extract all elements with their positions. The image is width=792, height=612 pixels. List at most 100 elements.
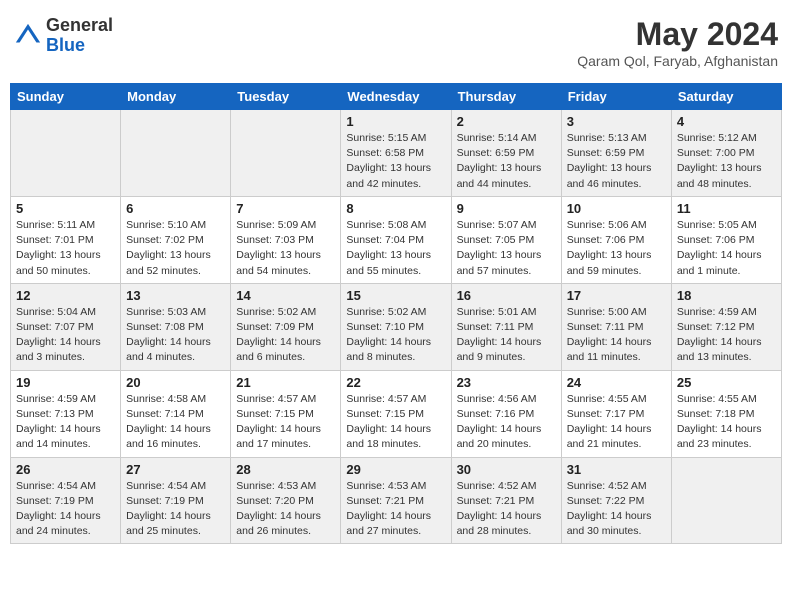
day-number: 22 bbox=[346, 375, 445, 390]
calendar-day-cell: 9 Sunrise: 5:07 AM Sunset: 7:05 PM Dayli… bbox=[451, 196, 561, 283]
sunrise-label: Sunrise: 4:54 AM bbox=[126, 480, 206, 492]
sunrise-label: Sunrise: 5:02 AM bbox=[236, 306, 316, 318]
sunrise-label: Sunrise: 4:55 AM bbox=[567, 393, 647, 405]
sunrise-label: Sunrise: 5:15 AM bbox=[346, 132, 426, 144]
sunset-label: Sunset: 7:21 PM bbox=[346, 495, 424, 507]
calendar-day-cell: 15 Sunrise: 5:02 AM Sunset: 7:10 PM Dayl… bbox=[341, 283, 451, 370]
calendar-week-row: 26 Sunrise: 4:54 AM Sunset: 7:19 PM Dayl… bbox=[11, 457, 782, 544]
sunrise-label: Sunrise: 4:57 AM bbox=[346, 393, 426, 405]
day-info: Sunrise: 4:52 AM Sunset: 7:22 PM Dayligh… bbox=[567, 479, 666, 540]
day-number: 16 bbox=[457, 288, 556, 303]
sunset-label: Sunset: 7:05 PM bbox=[457, 234, 535, 246]
weekday-header-saturday: Saturday bbox=[671, 84, 781, 110]
sunset-label: Sunset: 7:11 PM bbox=[457, 321, 534, 333]
weekday-header-wednesday: Wednesday bbox=[341, 84, 451, 110]
weekday-header-row: SundayMondayTuesdayWednesdayThursdayFrid… bbox=[11, 84, 782, 110]
day-info: Sunrise: 4:53 AM Sunset: 7:21 PM Dayligh… bbox=[346, 479, 445, 540]
daylight-label: Daylight: 14 hours and 23 minutes. bbox=[677, 423, 762, 450]
daylight-label: Daylight: 14 hours and 21 minutes. bbox=[567, 423, 652, 450]
weekday-header-tuesday: Tuesday bbox=[231, 84, 341, 110]
calendar-day-cell: 21 Sunrise: 4:57 AM Sunset: 7:15 PM Dayl… bbox=[231, 370, 341, 457]
day-number: 23 bbox=[457, 375, 556, 390]
calendar-day-cell: 10 Sunrise: 5:06 AM Sunset: 7:06 PM Dayl… bbox=[561, 196, 671, 283]
sunset-label: Sunset: 7:06 PM bbox=[567, 234, 645, 246]
title-block: May 2024 Qaram Qol, Faryab, Afghanistan bbox=[577, 16, 778, 69]
sunset-label: Sunset: 7:03 PM bbox=[236, 234, 314, 246]
calendar-day-cell: 7 Sunrise: 5:09 AM Sunset: 7:03 PM Dayli… bbox=[231, 196, 341, 283]
sunset-label: Sunset: 7:20 PM bbox=[236, 495, 314, 507]
sunset-label: Sunset: 7:15 PM bbox=[346, 408, 424, 420]
logo-blue: Blue bbox=[46, 35, 85, 55]
sunset-label: Sunset: 7:22 PM bbox=[567, 495, 645, 507]
sunrise-label: Sunrise: 4:59 AM bbox=[677, 306, 757, 318]
daylight-label: Daylight: 13 hours and 46 minutes. bbox=[567, 162, 652, 189]
calendar-day-cell: 8 Sunrise: 5:08 AM Sunset: 7:04 PM Dayli… bbox=[341, 196, 451, 283]
day-number: 19 bbox=[16, 375, 115, 390]
calendar-day-cell: 1 Sunrise: 5:15 AM Sunset: 6:58 PM Dayli… bbox=[341, 110, 451, 197]
daylight-label: Daylight: 14 hours and 6 minutes. bbox=[236, 336, 321, 363]
sunrise-label: Sunrise: 5:08 AM bbox=[346, 219, 426, 231]
sunset-label: Sunset: 7:10 PM bbox=[346, 321, 424, 333]
day-number: 21 bbox=[236, 375, 335, 390]
day-info: Sunrise: 4:55 AM Sunset: 7:18 PM Dayligh… bbox=[677, 392, 776, 453]
daylight-label: Daylight: 13 hours and 42 minutes. bbox=[346, 162, 431, 189]
daylight-label: Daylight: 14 hours and 24 minutes. bbox=[16, 510, 101, 537]
day-info: Sunrise: 5:04 AM Sunset: 7:07 PM Dayligh… bbox=[16, 305, 115, 366]
sunrise-label: Sunrise: 4:53 AM bbox=[236, 480, 316, 492]
daylight-label: Daylight: 14 hours and 9 minutes. bbox=[457, 336, 542, 363]
day-info: Sunrise: 5:03 AM Sunset: 7:08 PM Dayligh… bbox=[126, 305, 225, 366]
daylight-label: Daylight: 14 hours and 25 minutes. bbox=[126, 510, 211, 537]
day-info: Sunrise: 4:57 AM Sunset: 7:15 PM Dayligh… bbox=[346, 392, 445, 453]
sunrise-label: Sunrise: 4:57 AM bbox=[236, 393, 316, 405]
daylight-label: Daylight: 14 hours and 4 minutes. bbox=[126, 336, 211, 363]
day-number: 12 bbox=[16, 288, 115, 303]
sunset-label: Sunset: 7:18 PM bbox=[677, 408, 755, 420]
sunset-label: Sunset: 7:01 PM bbox=[16, 234, 94, 246]
calendar-day-cell: 16 Sunrise: 5:01 AM Sunset: 7:11 PM Dayl… bbox=[451, 283, 561, 370]
day-number: 8 bbox=[346, 201, 445, 216]
weekday-header-monday: Monday bbox=[121, 84, 231, 110]
day-number: 5 bbox=[16, 201, 115, 216]
sunrise-label: Sunrise: 5:11 AM bbox=[16, 219, 95, 231]
day-info: Sunrise: 4:55 AM Sunset: 7:17 PM Dayligh… bbox=[567, 392, 666, 453]
daylight-label: Daylight: 14 hours and 26 minutes. bbox=[236, 510, 321, 537]
sunset-label: Sunset: 7:12 PM bbox=[677, 321, 755, 333]
day-number: 1 bbox=[346, 114, 445, 129]
daylight-label: Daylight: 14 hours and 11 minutes. bbox=[567, 336, 652, 363]
day-info: Sunrise: 5:11 AM Sunset: 7:01 PM Dayligh… bbox=[16, 218, 115, 279]
daylight-label: Daylight: 14 hours and 27 minutes. bbox=[346, 510, 431, 537]
sunrise-label: Sunrise: 4:56 AM bbox=[457, 393, 537, 405]
calendar-day-cell: 3 Sunrise: 5:13 AM Sunset: 6:59 PM Dayli… bbox=[561, 110, 671, 197]
sunrise-label: Sunrise: 5:03 AM bbox=[126, 306, 206, 318]
day-number: 11 bbox=[677, 201, 776, 216]
calendar-day-cell: 13 Sunrise: 5:03 AM Sunset: 7:08 PM Dayl… bbox=[121, 283, 231, 370]
daylight-label: Daylight: 13 hours and 55 minutes. bbox=[346, 249, 431, 276]
sunset-label: Sunset: 7:09 PM bbox=[236, 321, 314, 333]
sunrise-label: Sunrise: 5:05 AM bbox=[677, 219, 757, 231]
calendar-week-row: 1 Sunrise: 5:15 AM Sunset: 6:58 PM Dayli… bbox=[11, 110, 782, 197]
calendar-day-cell: 31 Sunrise: 4:52 AM Sunset: 7:22 PM Dayl… bbox=[561, 457, 671, 544]
day-number: 31 bbox=[567, 462, 666, 477]
daylight-label: Daylight: 14 hours and 30 minutes. bbox=[567, 510, 652, 537]
sunset-label: Sunset: 7:13 PM bbox=[16, 408, 94, 420]
calendar-day-cell: 14 Sunrise: 5:02 AM Sunset: 7:09 PM Dayl… bbox=[231, 283, 341, 370]
day-info: Sunrise: 5:14 AM Sunset: 6:59 PM Dayligh… bbox=[457, 131, 556, 192]
calendar-table: SundayMondayTuesdayWednesdayThursdayFrid… bbox=[10, 83, 782, 544]
day-number: 29 bbox=[346, 462, 445, 477]
weekday-header-sunday: Sunday bbox=[11, 84, 121, 110]
daylight-label: Daylight: 14 hours and 1 minute. bbox=[677, 249, 762, 276]
sunset-label: Sunset: 7:19 PM bbox=[126, 495, 204, 507]
day-info: Sunrise: 5:02 AM Sunset: 7:10 PM Dayligh… bbox=[346, 305, 445, 366]
sunrise-label: Sunrise: 5:02 AM bbox=[346, 306, 426, 318]
sunset-label: Sunset: 7:07 PM bbox=[16, 321, 94, 333]
sunrise-label: Sunrise: 4:52 AM bbox=[567, 480, 647, 492]
weekday-header-thursday: Thursday bbox=[451, 84, 561, 110]
day-number: 4 bbox=[677, 114, 776, 129]
calendar-day-cell: 30 Sunrise: 4:52 AM Sunset: 7:21 PM Dayl… bbox=[451, 457, 561, 544]
calendar-day-cell: 5 Sunrise: 5:11 AM Sunset: 7:01 PM Dayli… bbox=[11, 196, 121, 283]
daylight-label: Daylight: 14 hours and 20 minutes. bbox=[457, 423, 542, 450]
calendar-day-cell bbox=[121, 110, 231, 197]
month-title: May 2024 bbox=[577, 16, 778, 53]
sunrise-label: Sunrise: 5:00 AM bbox=[567, 306, 647, 318]
day-info: Sunrise: 5:05 AM Sunset: 7:06 PM Dayligh… bbox=[677, 218, 776, 279]
